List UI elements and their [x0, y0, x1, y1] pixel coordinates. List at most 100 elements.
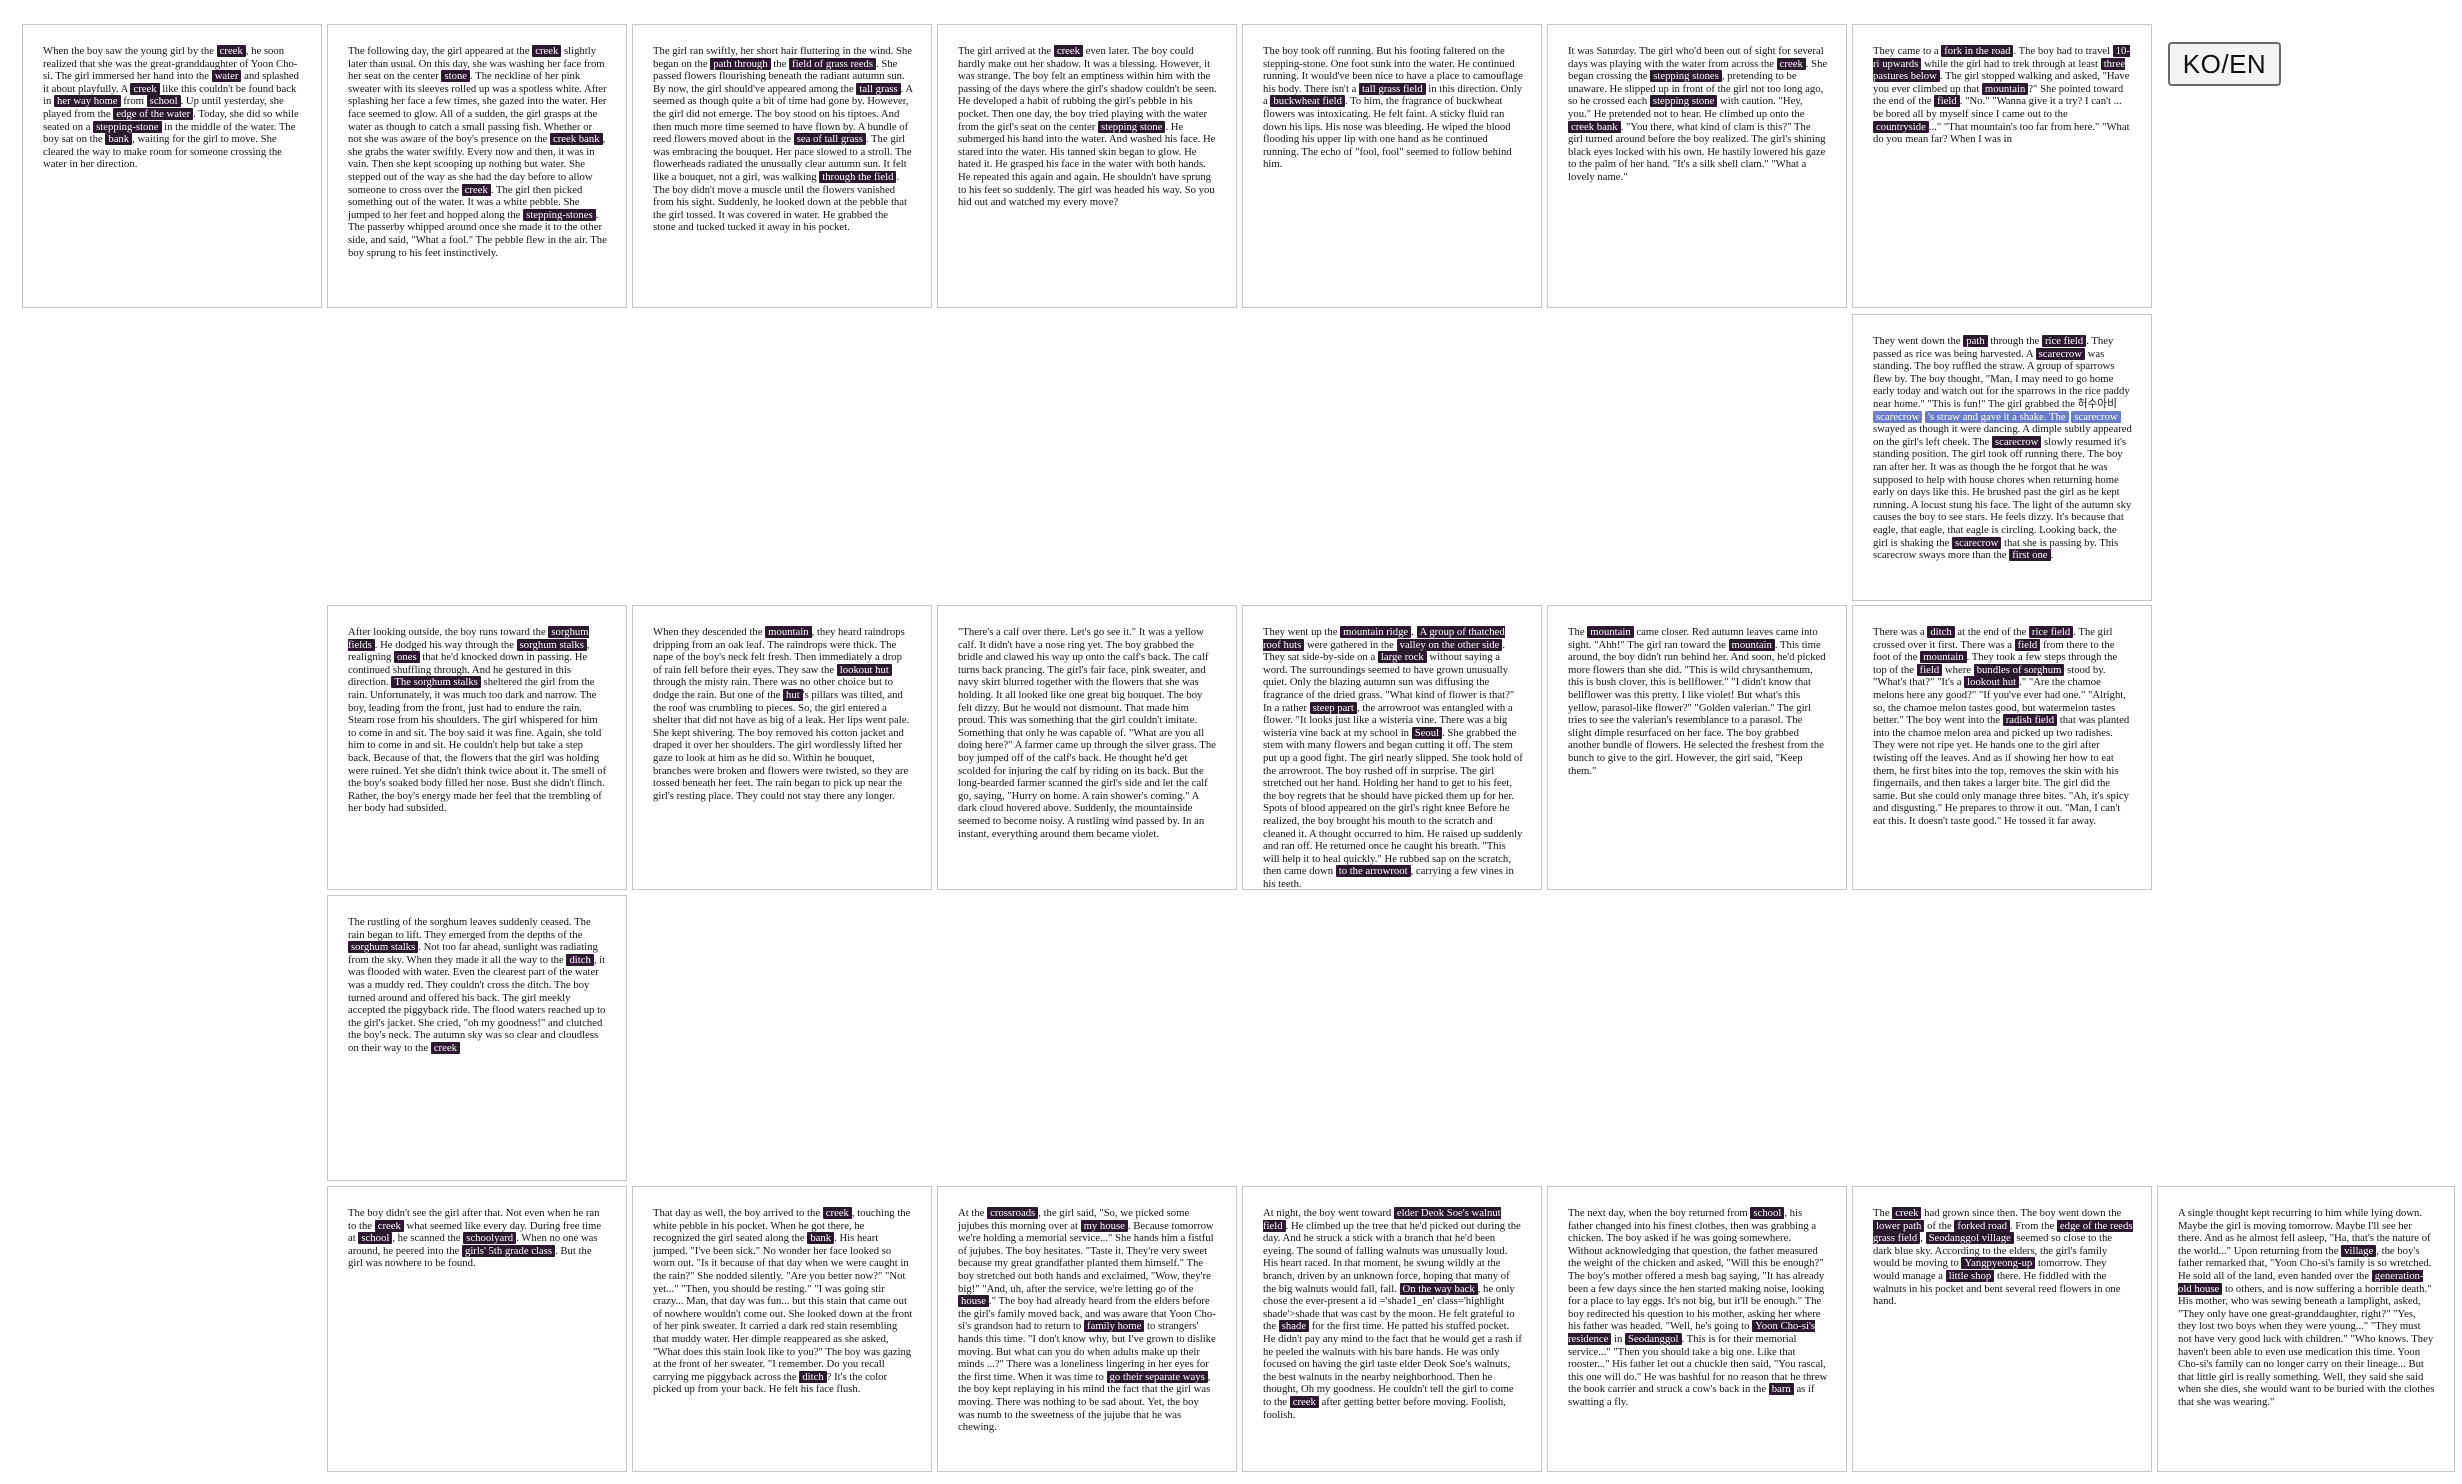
story-panel: They came to a fork in the road. The boy… [1852, 24, 2152, 308]
highlighted-term[interactable]: stepping stone [1649, 95, 1718, 108]
text-run: . He submerged his hand into the water. … [958, 120, 1216, 209]
highlighted-term[interactable]: go their separate ways [1106, 1370, 1208, 1383]
highlighted-term[interactable]: field [1916, 663, 1943, 676]
highlighted-term[interactable]: sorghum stalks [516, 638, 587, 651]
highlighted-term[interactable]: stepping stones [1650, 70, 1722, 83]
panel-text: At night, the boy went toward elder Deok… [1263, 1207, 1523, 1421]
highlighted-term[interactable]: large rock [1377, 651, 1427, 664]
highlighted-term[interactable]: girls' 5th grade class [461, 1244, 556, 1257]
highlighted-term[interactable]: first one [2009, 549, 2051, 562]
highlighted-term[interactable]: house [958, 1295, 989, 1308]
highlighted-term[interactable]: creek [216, 45, 246, 57]
highlighted-term[interactable]: scarecrow [1873, 410, 1923, 423]
story-panel: When they descended the mountain, they h… [632, 605, 932, 890]
highlighted-term[interactable]: Seodanggol village [1925, 1232, 2014, 1245]
highlighted-term[interactable]: hut [783, 688, 803, 701]
highlighted-term[interactable]: to the arrowroot [1335, 865, 1411, 878]
highlighted-term[interactable]: school [358, 1232, 393, 1245]
highlighted-term[interactable]: creek bank [549, 133, 603, 146]
highlighted-term[interactable]: creek [430, 1041, 460, 1054]
highlighted-term[interactable]: bundles of sorghum [1973, 663, 2065, 676]
highlighted-term[interactable]: edge of the water [113, 107, 194, 120]
highlighted-term[interactable]: mountain [1981, 82, 2029, 95]
highlighted-term[interactable]: creek [374, 1219, 404, 1232]
highlighted-term[interactable]: stepping stone [1097, 120, 1166, 133]
highlighted-term[interactable]: water [211, 70, 242, 83]
highlighted-term[interactable]: creek [532, 45, 562, 57]
highlighted-term[interactable]: ones [394, 651, 420, 664]
highlighted-term[interactable]: On the way back [1399, 1282, 1478, 1295]
highlighted-term[interactable]: Seodanggol [1625, 1332, 1682, 1345]
highlighted-term[interactable]: rice field [2028, 626, 2074, 638]
highlighted-term[interactable]: ditch [799, 1370, 827, 1383]
highlighted-term[interactable]: stepping-stone [93, 120, 162, 133]
highlighted-term[interactable]: mountain [1920, 651, 1967, 664]
highlighted-term[interactable]: through the field [819, 170, 897, 183]
highlighted-term[interactable]: sorghum stalks [348, 941, 419, 954]
highlighted-term[interactable]: field of grass reeds [789, 57, 877, 70]
highlighted-term[interactable]: school [1750, 1207, 1785, 1219]
highlighted-term[interactable]: The sorghum stalks [391, 676, 481, 689]
highlighted-term[interactable]: ditch [566, 953, 594, 966]
highlighted-term[interactable]: family home [1084, 1320, 1145, 1333]
highlighted-term[interactable]: creek [1289, 1395, 1319, 1408]
highlighted-term[interactable]: schoolyard [463, 1232, 517, 1245]
highlighted-term[interactable]: lookout hut [1964, 676, 2020, 689]
highlighted-term[interactable]: village [2341, 1244, 2377, 1257]
panel-text: At the crossroads, the girl said, "So, w… [958, 1207, 1218, 1434]
story-panel: When the boy saw the young girl by the c… [22, 24, 322, 308]
highlighted-term[interactable]: creek [822, 1207, 852, 1219]
highlighted-term[interactable]: school [146, 95, 181, 108]
highlighted-term[interactable]: Seoul [1411, 726, 1443, 739]
highlighted-term[interactable]: Yangpyeong-up [1961, 1257, 2036, 1270]
story-panel: The girl arrived at the creek even later… [937, 24, 1237, 308]
highlighted-term[interactable]: stepping-stones [523, 208, 596, 221]
highlighted-term[interactable]: mountain [1587, 626, 1634, 638]
highlighted-term[interactable]: scarecrow [2035, 347, 2085, 360]
story-panel: "There's a calf over there. Let's go see… [937, 605, 1237, 890]
highlighted-term[interactable]: sea of tall grass [793, 133, 866, 146]
highlighted-term[interactable]: field [1934, 95, 1960, 108]
highlighted-term[interactable]: ditch [1927, 626, 1955, 638]
highlighted-term[interactable]: creek [130, 82, 160, 95]
highlighted-term[interactable]: path [1963, 335, 1988, 347]
highlighted-term[interactable]: field [2014, 638, 2041, 651]
highlighted-term[interactable]: stone [441, 70, 471, 83]
highlighted-term[interactable]: creek [1892, 1207, 1922, 1219]
highlighted-term[interactable]: mountain [1728, 638, 1775, 651]
highlighted-term[interactable]: forked road [1954, 1219, 2010, 1232]
highlighted-term[interactable]: scarecrow [1991, 435, 2042, 448]
highlighted-term[interactable]: radish field [2002, 714, 2058, 727]
highlighted-term[interactable]: creek [1776, 57, 1806, 70]
text-run: They went down the [1873, 335, 1964, 347]
panel-text: When they descended the mountain, they h… [653, 626, 913, 802]
highlighted-term[interactable]: tall grass [856, 82, 901, 95]
highlighted-term[interactable]: creek bank [1568, 120, 1621, 133]
highlighted-term[interactable]: my house [1080, 1219, 1128, 1232]
highlighted-term[interactable]: rice field [2041, 335, 2087, 347]
highlighted-term[interactable]: lower path [1873, 1219, 1925, 1232]
highlighted-term[interactable]: mountain [765, 626, 812, 638]
highlighted-term[interactable]: fork in the road [1941, 45, 2014, 57]
highlighted-term[interactable]: shade [1278, 1320, 1310, 1333]
highlighted-term[interactable]: steep part [1309, 701, 1357, 714]
highlighted-term[interactable]: path through [710, 57, 771, 70]
language-toggle-button[interactable]: KO/EN [2168, 42, 2281, 86]
highlighted-term[interactable]: scarecrow [1951, 536, 2002, 549]
highlighted-term[interactable]: creek [461, 183, 491, 196]
highlighted-term[interactable]: crossroads [987, 1207, 1039, 1219]
highlighted-term[interactable]: mountain ridge [1340, 626, 1412, 638]
highlighted-term[interactable]: valley on the other side [1396, 638, 1503, 651]
highlighted-term[interactable]: little shop [1945, 1269, 1995, 1282]
highlighted-term[interactable]: buckwheat field [1270, 95, 1345, 108]
highlighted-term[interactable]: her way home [54, 95, 121, 108]
highlighted-term[interactable]: barn [1768, 1383, 1794, 1396]
highlighted-term[interactable]: creek [1053, 45, 1083, 57]
highlighted-term[interactable]: tall grass field [1359, 82, 1426, 95]
highlighted-term[interactable]: countryside [1873, 120, 1929, 133]
highlighted-term[interactable]: 's straw and gave it a shake. The [1925, 410, 2069, 423]
highlighted-term[interactable]: bank [105, 133, 133, 146]
highlighted-term[interactable]: bank [807, 1232, 835, 1245]
highlighted-term[interactable]: scarecrow [2071, 410, 2121, 423]
highlighted-term[interactable]: lookout hut [836, 663, 892, 676]
